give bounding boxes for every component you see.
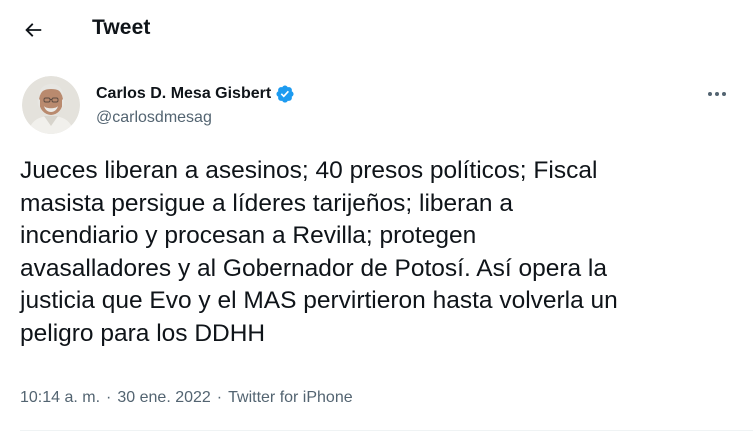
avatar[interactable] <box>22 76 80 134</box>
arrow-left-icon <box>25 23 42 37</box>
verified-badge-icon <box>275 84 295 104</box>
tweet-time[interactable]: 10:14 a. m. <box>20 389 100 407</box>
more-dots-icon <box>708 92 726 96</box>
tweet-date[interactable]: 30 ene. 2022 <box>117 389 210 407</box>
back-button[interactable] <box>14 12 52 48</box>
author-handle[interactable]: @carlosdmesag <box>96 109 295 127</box>
meta-separator: · <box>216 389 223 406</box>
meta-separator: · <box>106 389 112 406</box>
tweet-source[interactable]: Twitter for iPhone <box>228 389 353 407</box>
author-display-name[interactable]: Carlos D. Mesa Gisbert <box>96 85 271 103</box>
page-header: Tweet <box>0 0 753 58</box>
tweet-meta: 10:14 a. m. · 30 ene. 2022 · Twitter for… <box>20 389 353 407</box>
author-block: Carlos D. Mesa Gisbert @carlosdmesag <box>96 84 295 127</box>
page-title: Tweet <box>92 16 151 39</box>
divider <box>20 430 753 431</box>
more-options-button[interactable] <box>700 84 734 104</box>
tweet-text: Jueces liberan a asesinos; 40 presos pol… <box>20 157 618 347</box>
